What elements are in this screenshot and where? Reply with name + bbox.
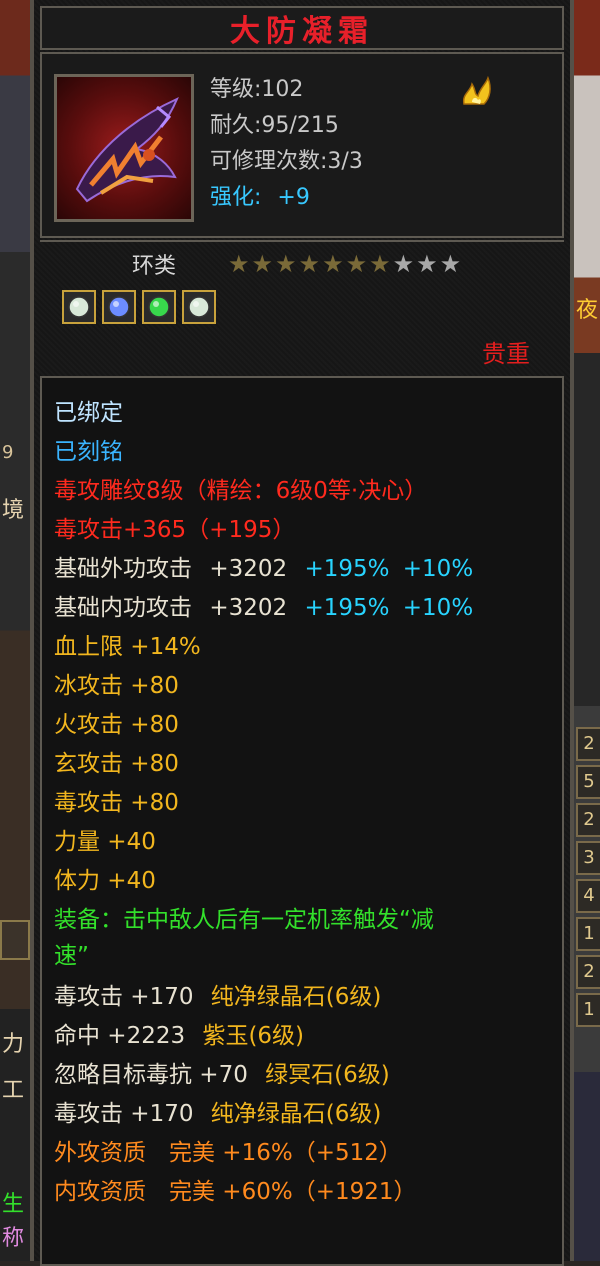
stat-line: 体力 +40 bbox=[54, 868, 156, 894]
gem-stat-line: 毒攻击 +170 纯净绿晶石(6级) bbox=[54, 982, 381, 1012]
base-external-attack: 基础外功攻击 +3202 +195% +10% bbox=[54, 554, 473, 584]
gem-stat-line: 忽略目标毒抗 +70 绿冥石(6级) bbox=[54, 1060, 390, 1090]
equip-effect-continued: 速” bbox=[54, 943, 89, 969]
star-rating: ★ ★ ★ ★ ★ ★ ★ ★ ★ ★ bbox=[228, 252, 461, 276]
green-gem-icon[interactable] bbox=[142, 290, 176, 324]
right-side-slot[interactable]: 5 bbox=[576, 765, 600, 799]
white-gem-icon[interactable] bbox=[62, 290, 96, 324]
right-side-slot[interactable]: 3 bbox=[576, 841, 600, 875]
filled-star-icon: ★ bbox=[228, 250, 250, 278]
external-quality: 外攻资质 完美 +16%（+512） bbox=[54, 1140, 402, 1166]
left-side-char: 力 bbox=[2, 1032, 25, 1057]
stat-percent: +10% bbox=[402, 556, 474, 582]
gem-name: 紫玉(6级) bbox=[202, 1023, 305, 1049]
left-side-char: 工 bbox=[2, 1078, 25, 1103]
enhance-label: 强化: bbox=[210, 185, 262, 210]
blue-gem-icon[interactable] bbox=[102, 290, 136, 324]
item-rarity: 贵重 bbox=[482, 340, 530, 368]
right-side-slot[interactable]: 2 bbox=[576, 803, 600, 837]
item-durability: 耐久:95/215 bbox=[210, 113, 339, 138]
stat-percent: +195% bbox=[304, 556, 390, 582]
right-side-slot[interactable]: 1 bbox=[576, 917, 600, 951]
gem-name: 纯净绿晶石(6级) bbox=[210, 1101, 382, 1127]
stat-line: 火攻击 +80 bbox=[54, 712, 179, 738]
stat-value: +3202 bbox=[209, 556, 288, 582]
stat-percent: +195% bbox=[304, 595, 390, 621]
stat-line: 冰攻击 +80 bbox=[54, 673, 179, 699]
right-side-char: 夜 bbox=[575, 298, 598, 323]
stat-percent: +10% bbox=[402, 595, 474, 621]
empty-star-icon: ★ bbox=[439, 250, 462, 278]
filled-star-icon: ★ bbox=[322, 250, 344, 278]
item-name: 大防凝霜 bbox=[230, 14, 374, 49]
gem-name: 绿冥石(6级) bbox=[265, 1062, 390, 1088]
left-side-char: 生 bbox=[2, 1192, 25, 1217]
right-slot-number: 5 bbox=[583, 771, 595, 792]
carving-line: 毒攻雕纹8级（精绘：6级0等·决心） bbox=[54, 478, 428, 504]
right-side-slot[interactable]: 2 bbox=[576, 727, 600, 761]
white-gem-icon[interactable] bbox=[182, 290, 216, 324]
item-title-bar: 大防凝霜 bbox=[40, 6, 564, 50]
item-category: 环类 bbox=[132, 254, 177, 279]
right-slot-number: 2 bbox=[583, 809, 595, 830]
right-slot-number: 1 bbox=[583, 999, 595, 1020]
stat-label: 基础外功攻击 bbox=[54, 556, 192, 582]
gem-stat-text: 忽略目标毒抗 +70 bbox=[54, 1062, 248, 1088]
stat-line: 血上限 +14% bbox=[54, 634, 201, 660]
right-side-slot[interactable]: 1 bbox=[576, 993, 600, 1027]
gem-sockets bbox=[62, 290, 216, 324]
left-side-number: 9 bbox=[2, 442, 14, 463]
gem-name: 纯净绿晶石(6级) bbox=[210, 984, 382, 1010]
filled-star-icon: ★ bbox=[369, 250, 391, 278]
gem-stat-line: 毒攻击 +170 纯净绿晶石(6级) bbox=[54, 1099, 381, 1129]
base-internal-attack: 基础内功攻击 +3202 +195% +10% bbox=[54, 593, 473, 623]
item-level: 等级:102 bbox=[210, 77, 304, 102]
gem-stat-text: 命中 +2223 bbox=[54, 1023, 186, 1049]
filled-star-icon: ★ bbox=[345, 250, 368, 278]
poison-attack-bonus: 毒攻击+365（+195） bbox=[54, 517, 296, 543]
right-slot-number: 3 bbox=[583, 847, 595, 868]
empty-star-icon: ★ bbox=[416, 250, 438, 278]
filled-star-icon: ★ bbox=[275, 250, 297, 278]
stat-line: 力量 +40 bbox=[54, 829, 156, 855]
empty-star-icon: ★ bbox=[392, 250, 415, 278]
left-side-button[interactable] bbox=[0, 920, 30, 960]
right-side-slot[interactable]: 4 bbox=[576, 879, 600, 913]
internal-quality: 内攻资质 完美 +60%（+1921） bbox=[54, 1179, 417, 1205]
stat-label: 基础内功攻击 bbox=[54, 595, 192, 621]
bound-status: 已绑定 bbox=[54, 400, 123, 426]
right-slot-number: 2 bbox=[583, 733, 595, 754]
right-slot-number: 4 bbox=[583, 885, 595, 906]
stat-line: 毒攻击 +80 bbox=[54, 790, 179, 816]
stat-line: 玄攻击 +80 bbox=[54, 751, 179, 777]
gem-stat-text: 毒攻击 +170 bbox=[54, 984, 194, 1010]
item-enhance: 强化: +9 bbox=[210, 182, 310, 214]
purple-orange-blade-ring-icon bbox=[54, 74, 194, 222]
right-slot-number: 1 bbox=[583, 923, 595, 944]
item-category-section: 环类 ★ ★ ★ ★ ★ ★ ★ ★ ★ ★ 贵重 bbox=[40, 240, 564, 372]
right-side-slot[interactable]: 2 bbox=[576, 955, 600, 989]
item-details: 已绑定 已刻铭 毒攻雕纹8级（精绘：6级0等·决心） 毒攻击+365（+195）… bbox=[40, 376, 564, 1266]
item-repair-count: 可修理次数:3/3 bbox=[210, 149, 363, 174]
left-side-char: 称 bbox=[2, 1226, 25, 1251]
item-tooltip-panel: 大防凝霜 等级:102 耐久:95/215 可修理次数:3/3 强化: +9 环… bbox=[30, 0, 574, 1266]
gem-stat-line: 命中 +2223 紫玉(6级) bbox=[54, 1021, 304, 1051]
filled-star-icon: ★ bbox=[251, 250, 274, 278]
equip-effect: 装备：击中敌人后有一定机率触发“减 bbox=[54, 907, 434, 933]
engraved-status: 已刻铭 bbox=[54, 439, 123, 465]
stat-value: +3202 bbox=[209, 595, 288, 621]
left-side-char: 境 bbox=[2, 498, 25, 523]
right-background-ui: 夜 2 5 2 3 4 1 2 1 bbox=[570, 0, 600, 1261]
filled-star-icon: ★ bbox=[298, 250, 321, 278]
gem-stat-text: 毒攻击 +170 bbox=[54, 1101, 194, 1127]
enhance-value: +9 bbox=[277, 185, 310, 210]
item-header: 等级:102 耐久:95/215 可修理次数:3/3 强化: +9 bbox=[40, 52, 564, 238]
right-slot-number: 2 bbox=[583, 961, 595, 982]
golden-flame-icon bbox=[458, 74, 494, 110]
